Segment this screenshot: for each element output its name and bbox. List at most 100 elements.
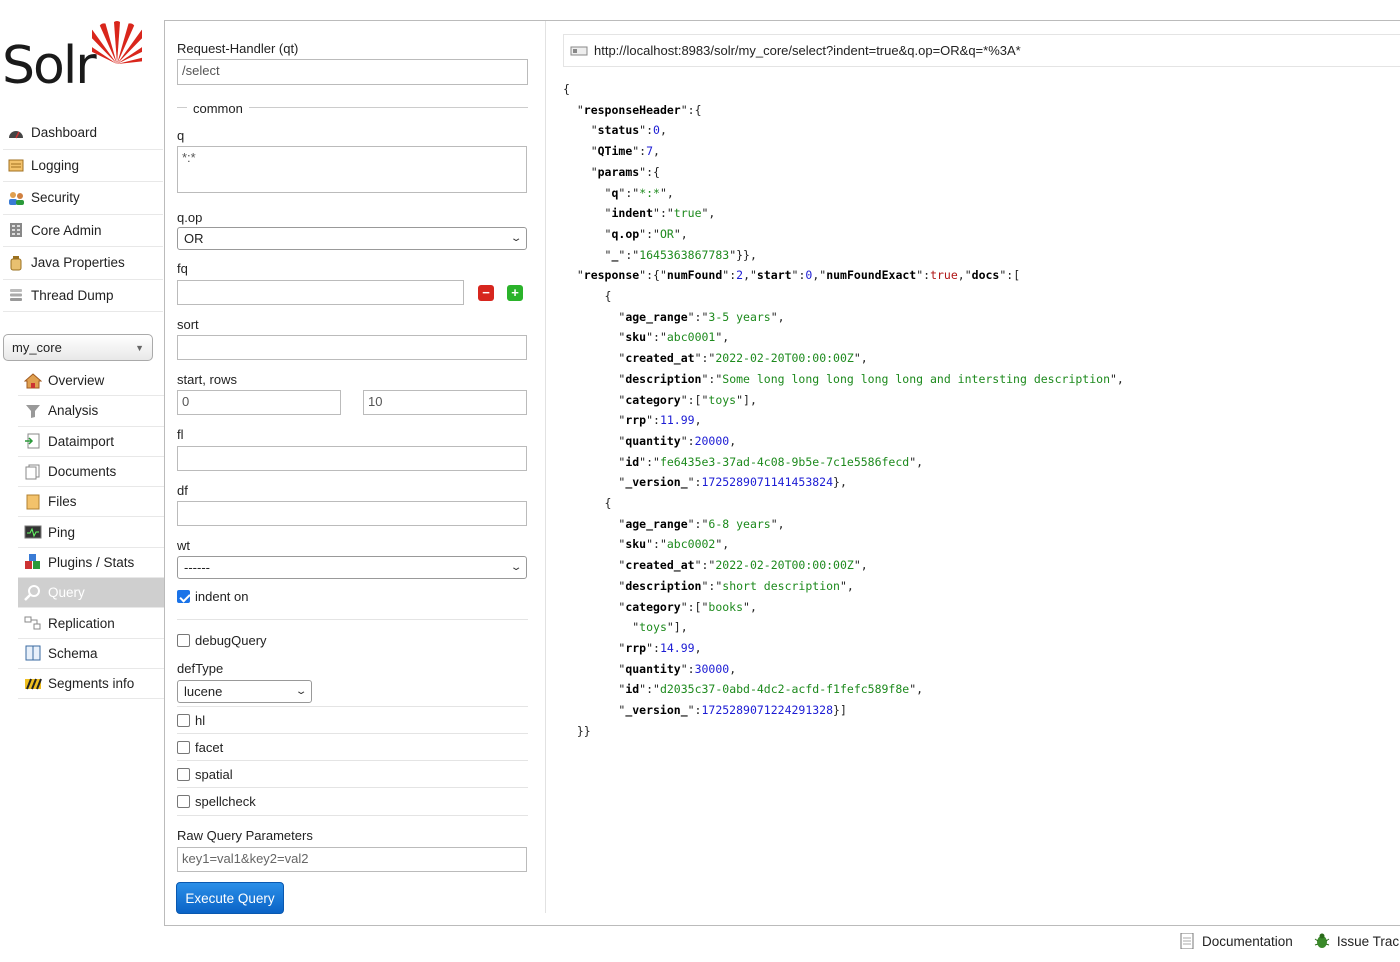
core-nav-item-plugins-stats[interactable]: Plugins / Stats [18,548,164,579]
wt-label: wt [177,538,190,553]
fq-input[interactable] [177,280,464,305]
df-input[interactable] [177,501,527,526]
search-icon [24,584,42,601]
json-key: description [625,371,702,386]
fl-input[interactable] [177,446,527,471]
sort-input[interactable] [177,335,527,360]
core-nav-item-replication[interactable]: Replication [18,608,164,639]
json-key: indent [611,206,654,221]
qt-label: Request-Handler (qt) [177,41,299,56]
param-underscore-value: 1645363867783 [639,247,730,262]
core-nav-label: Dataimport [48,433,115,449]
core-nav-item-segments-info[interactable]: Segments info [18,669,164,700]
spellcheck-label: spellcheck [195,794,256,809]
thread-dump-icon [7,287,25,303]
divider [177,787,528,788]
logging-icon [7,157,25,173]
doc-field-value: 3-5 years [708,309,771,324]
solr-logo[interactable]: Solr [0,18,150,98]
query-panel: Request-Handler (qt) /select common q *:… [164,20,1400,926]
core-nav-item-files[interactable]: Files [18,487,164,518]
core-nav-item-dataimport[interactable]: Dataimport [18,427,164,457]
core-nav-item-query[interactable]: Query [18,578,164,609]
json-key: quantity [625,661,681,676]
deftype-select[interactable]: lucene ⌄ [177,680,312,703]
core-nav-item-overview[interactable]: Overview [18,366,164,397]
plus-icon: + [511,285,519,300]
execute-query-button[interactable]: Execute Query [176,882,284,914]
fq-label: fq [177,261,188,276]
qtime-value: 7 [646,144,654,159]
divider [177,619,528,620]
raw-params-input[interactable]: key1=val1&key2=val2 [177,847,527,872]
checkbox[interactable] [177,795,190,808]
json-key: id [625,454,640,469]
indent-checkbox[interactable]: indent on [177,589,249,604]
divider [177,706,528,707]
bug-icon [1313,933,1331,949]
response-json: { "responseHeader":{ "status":0, "QTime"… [563,82,1124,738]
hl-checkbox[interactable]: hl [177,713,205,728]
json-key: sku [625,537,647,552]
qop-select[interactable]: OR ⌄ [177,227,527,250]
core-nav-item-documents[interactable]: Documents [18,457,164,488]
status-value: 0 [653,123,660,138]
nav-item-java-properties[interactable]: Java Properties [3,247,163,280]
checkbox[interactable] [177,768,190,781]
doc-field-value: 14.99 [659,640,695,655]
issue-tracker-label: Issue Trac [1336,933,1400,949]
qop-value: OR [184,231,204,246]
start-input[interactable]: 0 [177,390,341,415]
json-key: start [756,268,792,283]
qt-input[interactable]: /select [177,59,528,85]
query-form: Request-Handler (qt) /select common q *:… [165,21,545,925]
nav-item-core-admin[interactable]: Core Admin [3,215,163,247]
core-nav-label: Segments info [48,676,135,692]
core-nav-item-schema[interactable]: Schema [18,639,164,669]
main-nav: Dashboard Logging Security Core Admin Ja… [3,117,163,312]
issue-tracker-link[interactable]: Issue Trac [1313,933,1399,949]
checkbox[interactable] [177,714,190,727]
chevron-down-icon: ⌄ [509,562,523,573]
nav-item-security[interactable]: Security [3,182,163,215]
checkbox[interactable] [177,741,190,754]
nav-item-dashboard[interactable]: Dashboard [3,117,163,150]
facet-checkbox[interactable]: facet [177,740,223,755]
doc-field-value: 2022-02-20T00:00:00Z [715,558,854,573]
request-url[interactable]: http://localhost:8983/solr/my_core/selec… [594,43,1021,58]
json-key: age_range [625,309,688,324]
json-line: { [563,82,570,96]
debugquery-checkbox[interactable]: debugQuery [177,633,267,648]
json-key: category [625,599,681,614]
checkbox-checked[interactable] [177,590,190,603]
spatial-checkbox[interactable]: spatial [177,767,233,782]
nav-item-thread-dump[interactable]: Thread Dump [3,280,163,312]
remove-fq-button[interactable]: − [478,285,494,301]
add-fq-button[interactable]: + [507,285,523,301]
doc-field-value: toys [639,620,667,635]
core-selector[interactable]: my_core ▼ [3,334,153,361]
json-key: params [597,164,640,179]
documentation-link[interactable]: Documentation [1178,933,1293,949]
q-textarea[interactable]: *:* [177,146,527,193]
nav-item-logging[interactable]: Logging [3,150,163,182]
request-url-bar[interactable]: http://localhost:8983/solr/my_core/selec… [563,34,1400,67]
nav-label: Logging [31,157,80,173]
wt-select[interactable]: ------ ⌄ [177,556,527,579]
spatial-label: spatial [195,767,233,782]
spellcheck-checkbox[interactable]: spellcheck [177,794,256,809]
core-nav-item-analysis[interactable]: Analysis [18,396,164,427]
segments-icon [24,676,42,692]
json-key: docs [971,268,1000,283]
json-key: numFound [666,268,723,283]
doc-field-value: 11.99 [659,413,695,428]
json-key: rrp [625,640,647,655]
core-nav-item-ping[interactable]: Ping [18,517,164,548]
json-key: response [583,268,640,283]
json-key: quantity [625,433,681,448]
core-nav-label: Documents [48,464,117,480]
json-key: _ [611,247,619,262]
rows-input[interactable]: 10 [363,390,527,415]
checkbox[interactable] [177,634,190,647]
doc-field-value: books [708,599,744,614]
